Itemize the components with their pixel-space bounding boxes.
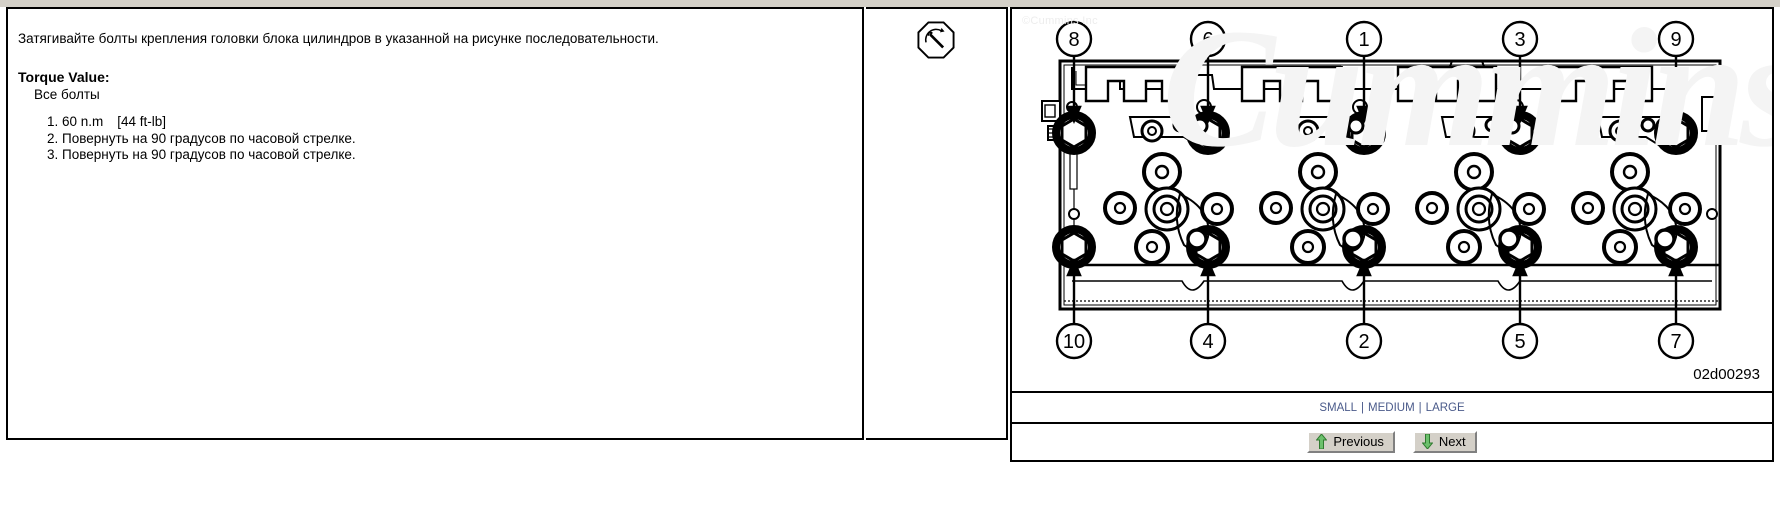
figure-id-label: 02d00293 <box>1693 366 1760 383</box>
callout-bottom-7: 7 <box>1657 322 1695 360</box>
size-link-separator-2: | <box>1418 401 1422 414</box>
size-link-small[interactable]: SMALL <box>1318 402 1358 414</box>
size-link-separator-1: | <box>1361 401 1365 414</box>
previous-button[interactable]: Previous <box>1307 431 1395 453</box>
callout-bottom-10: 10 <box>1055 322 1093 360</box>
figure-canvas: Cummins ©Cummins Inc 8 6 1 3 9 10 4 2 5 … <box>1012 9 1772 391</box>
callout-top-6-label: 6 <box>1202 29 1213 51</box>
cylinder-head-diagram: 8 6 1 3 9 10 4 2 5 7 <box>1041 20 1722 360</box>
torque-step-2-value: Повернуть на 90 градусов по часовой стре… <box>62 130 356 146</box>
callout-top-3: 3 <box>1501 20 1539 58</box>
callout-top-1: 1 <box>1345 20 1383 58</box>
torque-step-2: Повернуть на 90 градусов по часовой стре… <box>62 131 356 148</box>
callout-top-group: 8 6 1 3 9 <box>1055 20 1695 58</box>
image-size-links: SMALL | MEDIUM | LARGE <box>1010 393 1774 422</box>
callout-bottom-5: 5 <box>1501 322 1539 360</box>
torque-scope-label: Все болты <box>34 87 100 102</box>
torque-steps-list: 60 n.m [44 ft-lb] Повернуть на 90 градусо… <box>40 114 356 164</box>
arrow-down-icon <box>1421 434 1433 449</box>
callout-top-9-label: 9 <box>1670 29 1681 51</box>
torque-value-heading: Torque Value: <box>18 69 110 85</box>
callout-bottom-5-label: 5 <box>1514 331 1525 353</box>
callout-bottom-10-label: 10 <box>1063 331 1085 353</box>
callout-top-8-label: 8 <box>1068 29 1079 51</box>
torque-step-3: Повернуть на 90 градусов по часовой стре… <box>62 147 356 164</box>
callout-bottom-7-label: 7 <box>1670 331 1681 353</box>
callout-bottom-group: 10 4 2 5 7 <box>1055 322 1695 360</box>
navigation-bar: Previous Next <box>1010 422 1774 462</box>
torque-step-1: 60 n.m [44 ft-lb] <box>62 114 356 131</box>
callout-bottom-4: 4 <box>1189 322 1227 360</box>
torque-wrench-icon <box>917 21 955 59</box>
callout-bottom-4-label: 4 <box>1202 331 1213 353</box>
callout-bottom-2-label: 2 <box>1358 331 1369 353</box>
previous-button-label: Previous <box>1333 434 1384 449</box>
callout-top-1-label: 1 <box>1358 29 1369 51</box>
figure-panel: Cummins ©Cummins Inc 8 6 1 3 9 10 4 2 5 … <box>1010 7 1774 393</box>
instruction-panel: Затягивайте болты крепления головки блок… <box>6 7 864 440</box>
next-button-label: Next <box>1438 434 1466 449</box>
intro-paragraph: Затягивайте болты крепления головки блок… <box>18 31 659 46</box>
callout-top-3-label: 3 <box>1514 29 1525 51</box>
callout-bottom-2: 2 <box>1345 322 1383 360</box>
callout-top-9: 9 <box>1657 20 1695 58</box>
next-button[interactable]: Next <box>1412 431 1477 453</box>
torque-step-1-value: 60 n.m <box>62 114 104 129</box>
page-root: Затягивайте болты крепления головки блок… <box>0 0 1780 507</box>
torque-step-3-value: Повернуть на 90 градусов по часовой стре… <box>62 147 356 162</box>
torque-step-1-alt: [44 ft-lb] <box>117 114 167 129</box>
icon-column <box>866 7 1008 440</box>
size-link-large[interactable]: LARGE <box>1425 402 1466 414</box>
callout-top-8: 8 <box>1055 20 1093 58</box>
window-top-strip <box>0 0 1780 7</box>
callout-top-6: 6 <box>1189 20 1227 58</box>
copyright-notice: ©Cummins Inc <box>1022 15 1098 27</box>
size-link-medium[interactable]: MEDIUM <box>1367 402 1416 414</box>
arrow-up-icon <box>1316 434 1328 449</box>
